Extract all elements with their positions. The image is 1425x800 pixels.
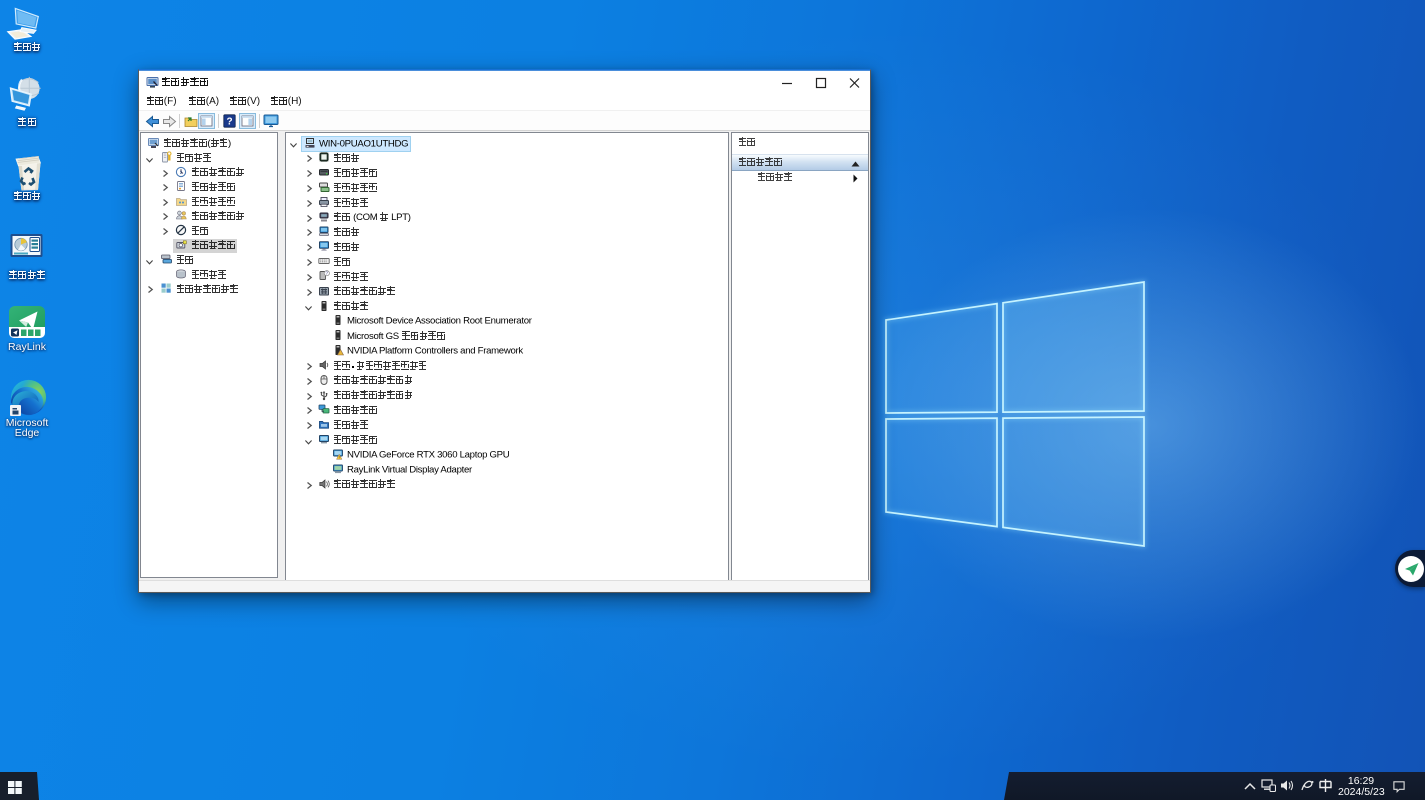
svg-text:!: ! [339,454,340,459]
svg-text:?: ? [226,117,232,128]
